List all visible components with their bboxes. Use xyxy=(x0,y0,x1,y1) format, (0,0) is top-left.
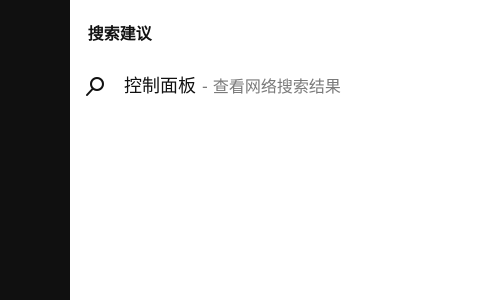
left-rail xyxy=(0,0,70,300)
suggestion-item[interactable]: 控制面板 - 查看网络搜索结果 xyxy=(82,70,412,104)
suggestion-primary-text: 控制面板 xyxy=(124,76,196,97)
search-icon xyxy=(82,73,110,101)
search-suggestions-heading: 搜索建议 xyxy=(88,24,153,43)
suggestion-secondary-text: - 查看网络搜索结果 xyxy=(202,77,341,96)
search-results-panel: 搜索建议 控制面板 - 查看网络搜索结果 xyxy=(70,0,480,300)
search-flyout: 搜索建议 控制面板 - 查看网络搜索结果 xyxy=(0,0,480,300)
